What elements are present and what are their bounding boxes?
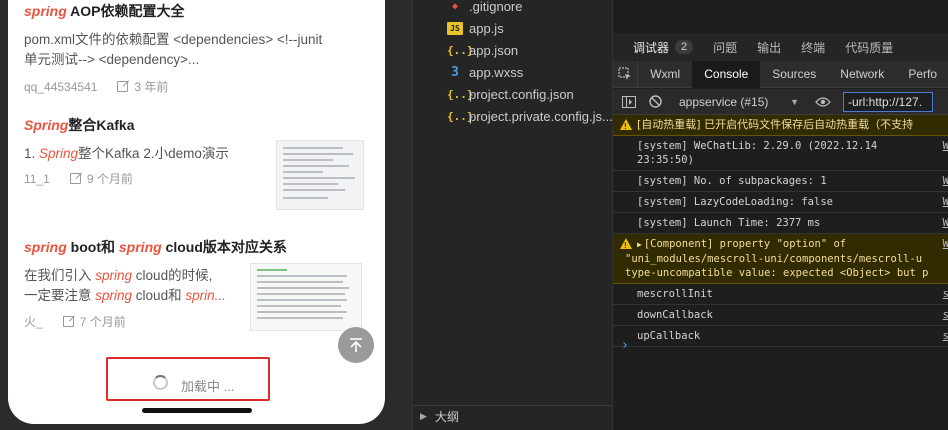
context-select[interactable]: appservice (#15) ▼ <box>679 95 799 109</box>
tab-sources[interactable]: Sources <box>760 61 828 88</box>
file-item[interactable]: {..} app.json <box>447 39 518 61</box>
clear-console-button[interactable] <box>645 89 665 115</box>
arrow-up-icon <box>350 338 362 352</box>
author-name: qq_44534541 <box>24 79 98 94</box>
edit-icon <box>62 316 74 327</box>
author-name: 火_ <box>24 315 43 329</box>
home-indicator <box>142 408 252 413</box>
back-to-top-button[interactable] <box>338 327 374 363</box>
file-item[interactable]: {..} project.private.config.js... <box>447 105 613 127</box>
expand-arrow-icon[interactable]: ▶ <box>637 240 642 249</box>
sidebar-icon <box>622 95 636 108</box>
filter-input[interactable]: -url:http://127. <box>843 91 933 112</box>
file-item[interactable]: {..} project.config.json <box>447 83 574 105</box>
source-link[interactable]: W <box>943 216 948 230</box>
console-message: [system] Launch Time: 2377 ms W <box>613 213 948 234</box>
debugger-panel: 调试器 2 问题 输出 终端 代码质量 Wxml Console Sources … <box>612 0 948 430</box>
file-item[interactable]: 3 app.wxss <box>447 61 523 83</box>
article-meta: qq_44534541 3 年前 <box>24 78 364 95</box>
console-message-warning: [自动热重载] 已开启代码文件保存后自动热重载（不支持 <box>613 115 948 136</box>
console-message: [system] No. of subpackages: 1 W <box>613 171 948 192</box>
console-toolbar: appservice (#15) ▼ -url:http://127. <box>613 89 948 115</box>
warning-icon <box>620 119 632 134</box>
tab-terminal[interactable]: 终端 <box>801 39 825 56</box>
post-time: 7 个月前 <box>79 315 126 329</box>
tab-network[interactable]: Network <box>828 61 896 88</box>
block-icon <box>648 95 662 108</box>
file-explorer: ◆ .gitignore JS app.js {..} app.json 3 app.w… <box>412 0 613 430</box>
console-message: [system] LazyCodeLoading: false W <box>613 192 948 213</box>
source-link[interactable]: s <box>943 329 948 343</box>
live-expression-button[interactable] <box>813 89 833 115</box>
devtools-tab-bar: Wxml Console Sources Network Perfo <box>613 60 948 88</box>
js-icon: JS <box>447 21 463 35</box>
loading-spinner-icon <box>153 375 168 390</box>
tab-console[interactable]: Console <box>692 60 761 88</box>
json-icon: {..} <box>447 87 474 101</box>
outline-section[interactable]: ▶ 大纲 <box>412 405 612 427</box>
json-icon: {..} <box>447 43 474 57</box>
console-message: [system] WeChatLib: 2.29.0 (2022.12.14 2… <box>613 136 948 171</box>
post-time: 3 年前 <box>134 80 169 94</box>
console-message: mescrollInit s <box>613 284 948 305</box>
inspect-icon <box>618 67 632 80</box>
console-message: upCallback s <box>613 326 948 347</box>
console-message: downCallback s <box>613 305 948 326</box>
article-title[interactable]: spring AOP依赖配置大全 <box>24 1 364 21</box>
console-prompt-input[interactable]: › <box>621 338 629 353</box>
file-item[interactable]: JS app.js <box>447 17 504 39</box>
article-thumbnail <box>250 263 362 331</box>
file-item[interactable]: ◆ .gitignore <box>447 0 523 17</box>
tab-wxml[interactable]: Wxml <box>638 61 692 88</box>
source-link[interactable]: W <box>943 174 948 188</box>
article-description: pom.xml文件的依赖配置 <dependencies> <!--junit … <box>24 32 323 67</box>
eye-icon <box>815 96 831 107</box>
simulator-panel: spring AOP依赖配置大全 pom.xml文件的依赖配置 <depende… <box>0 0 412 430</box>
list-item[interactable]: spring AOP依赖配置大全 pom.xml文件的依赖配置 <depende… <box>24 1 364 95</box>
tab-problems[interactable]: 问题 <box>713 39 737 56</box>
source-link[interactable]: W <box>943 195 948 209</box>
article-title[interactable]: Spring整合Kafka <box>24 115 364 135</box>
source-link[interactable]: W <box>943 237 948 251</box>
post-time: 9 个月前 <box>86 172 133 186</box>
json-icon: {..} <box>447 109 474 123</box>
loading-text: 加载中 ... <box>181 379 235 394</box>
edit-icon <box>117 81 129 92</box>
article-title[interactable]: spring boot和 spring cloud版本对应关系 <box>24 237 364 257</box>
dropdown-arrow-icon: ▼ <box>790 96 799 107</box>
css-icon: 3 <box>451 64 459 80</box>
tab-performance[interactable]: Perfo <box>896 61 948 88</box>
debugger-tab-bar: 调试器 2 问题 输出 终端 代码质量 <box>613 33 948 61</box>
issue-count-badge: 2 <box>675 40 694 54</box>
author-name: 11_1 <box>24 171 50 186</box>
console-message-warning[interactable]: ▶[Component] property "option" of "uni_m… <box>613 234 948 284</box>
tab-code-quality[interactable]: 代码质量 <box>845 39 893 56</box>
article-thumbnail <box>276 140 364 210</box>
inspect-element-button[interactable] <box>613 60 639 88</box>
source-link[interactable]: W <box>943 139 948 153</box>
git-icon: ◆ <box>451 0 459 12</box>
ide-window: spring AOP依赖配置大全 pom.xml文件的依赖配置 <depende… <box>0 0 948 430</box>
source-link[interactable]: s <box>943 308 948 322</box>
warning-icon <box>620 238 632 253</box>
tab-debugger[interactable]: 调试器 2 <box>633 39 694 56</box>
sidebar-toggle-button[interactable] <box>619 89 639 115</box>
chevron-right-icon: ▶ <box>420 411 427 421</box>
source-link[interactable]: s <box>943 287 948 301</box>
edit-icon <box>69 173 81 184</box>
console-output: [自动热重载] 已开启代码文件保存后自动热重载（不支持 [system] WeC… <box>613 115 948 347</box>
tab-output[interactable]: 输出 <box>757 39 781 56</box>
